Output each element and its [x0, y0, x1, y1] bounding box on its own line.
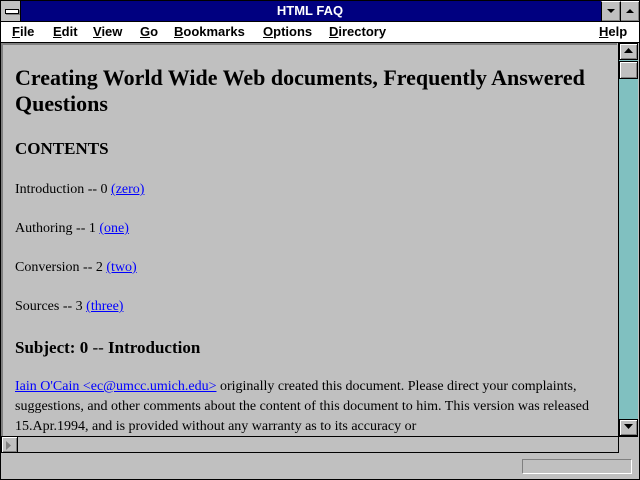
toc-link-three[interactable]: (three) — [86, 299, 123, 314]
minimize-button[interactable] — [601, 1, 620, 21]
title-bar[interactable]: HTML FAQ — [1, 1, 639, 22]
menu-bookmarks[interactable]: Bookmarks — [174, 22, 245, 42]
status-bar — [1, 454, 639, 479]
arrow-right-icon — [6, 441, 11, 450]
vertical-scroll-thumb[interactable] — [619, 61, 638, 79]
author-email-link[interactable]: Iain O'Cain <ec@umcc.umich.edu> — [15, 379, 216, 394]
contents-heading: CONTENTS — [15, 139, 109, 158]
system-menu-button[interactable] — [1, 1, 21, 21]
progress-indicator — [522, 459, 632, 474]
arrow-down-icon — [624, 424, 633, 429]
scroll-down-button[interactable] — [619, 419, 638, 436]
window-title: HTML FAQ — [276, 3, 344, 18]
menu-directory[interactable]: Directory — [329, 22, 386, 42]
menu-view[interactable]: View — [93, 22, 122, 42]
menu-edit[interactable]: Edit — [53, 22, 78, 42]
document-view[interactable]: Creating World Wide Web documents, Frequ… — [1, 43, 617, 436]
system-menu-icon — [5, 9, 19, 14]
scroll-up-button[interactable] — [619, 43, 638, 60]
toc-link-two[interactable]: (two) — [106, 260, 136, 275]
subject-heading: Subject: 0 -- Introduction — [15, 338, 201, 357]
toc-item-conversion: Conversion -- 2 (two) — [15, 260, 137, 275]
menu-file[interactable]: File — [12, 22, 34, 42]
status-message — [5, 458, 515, 474]
toc-link-one[interactable]: (one) — [99, 221, 129, 236]
page-title: Creating World Wide Web documents, Frequ… — [15, 65, 585, 116]
arrow-up-icon — [624, 48, 633, 53]
maximize-button[interactable] — [620, 1, 639, 21]
menu-go[interactable]: Go — [140, 22, 158, 42]
vertical-scrollbar[interactable] — [618, 43, 638, 436]
menu-bar: File Edit View Go Bookmarks Options Dire… — [1, 22, 639, 43]
document-body: Creating World Wide Web documents, Frequ… — [15, 65, 605, 436]
toc-link-zero[interactable]: (zero) — [111, 182, 144, 197]
browser-window: HTML FAQ File Edit View Go Bookmarks Opt… — [0, 0, 640, 480]
scrollbar-corner — [618, 436, 638, 453]
toc-item-sources: Sources -- 3 (three) — [15, 299, 124, 314]
maximize-icon — [626, 9, 634, 13]
menu-help[interactable]: Help — [599, 22, 627, 42]
menu-options[interactable]: Options — [263, 22, 312, 42]
scroll-right-button[interactable] — [1, 436, 18, 453]
toc-item-introduction: Introduction -- 0 (zero) — [15, 182, 145, 197]
horizontal-scrollbar[interactable] — [1, 436, 618, 453]
toc-item-authoring: Authoring -- 1 (one) — [15, 221, 129, 236]
intro-paragraph: Iain O'Cain <ec@umcc.umich.edu> original… — [15, 379, 590, 434]
minimize-icon — [607, 9, 615, 13]
